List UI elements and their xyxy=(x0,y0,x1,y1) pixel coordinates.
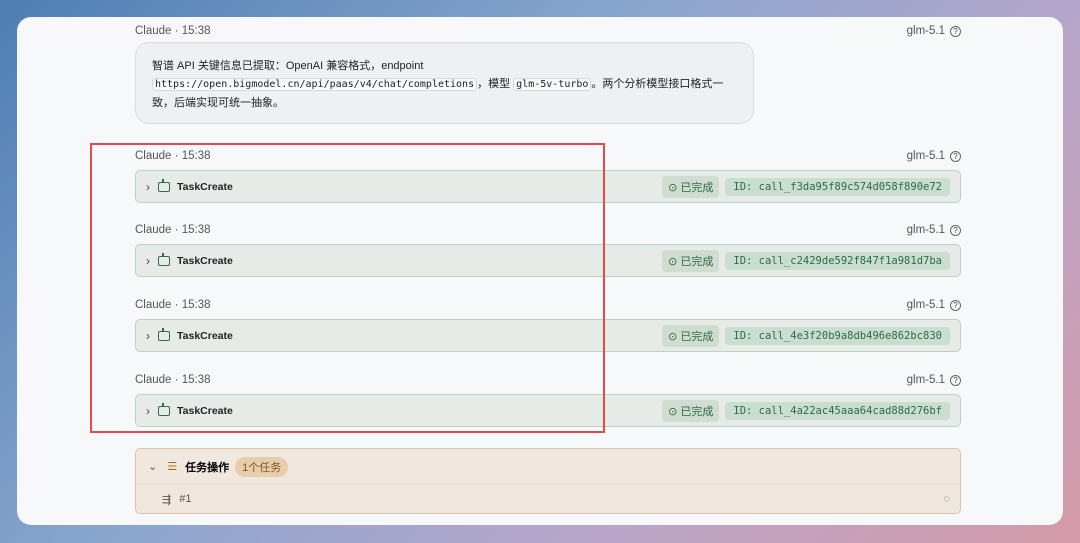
help-icon[interactable]: ? xyxy=(950,374,961,386)
message-bubble: 智谱 API 关键信息已提取：OpenAI 兼容格式，endpoint http… xyxy=(135,42,754,124)
highlight-annotation xyxy=(90,143,605,433)
task-panel-title: 任务操作 xyxy=(185,461,230,474)
loading-spinner-icon: ◌ xyxy=(943,493,950,505)
timestamp: 15:38 xyxy=(181,25,211,37)
task-panel: ⌄ ☰ 任务操作 1个任务 ⇶ #1 ◌ xyxy=(135,448,961,514)
endpoint-code: https://open.bigmodel.cn/api/paas/v4/cha… xyxy=(152,78,478,91)
help-icon[interactable]: ? xyxy=(950,150,961,162)
model-label: glm-5.1 xyxy=(906,299,945,311)
check-circle-icon: ⊙ xyxy=(668,330,678,343)
check-circle-icon: ⊙ xyxy=(668,181,678,194)
separator: · xyxy=(174,25,179,37)
check-circle-icon: ⊙ xyxy=(668,255,678,268)
status-badge: ⊙ 已完成 xyxy=(662,324,720,347)
task-item[interactable]: ⇶ #1 ◌ xyxy=(136,485,960,513)
help-icon[interactable]: ? xyxy=(950,299,961,311)
chevron-down-icon[interactable]: ⌄ xyxy=(148,460,157,473)
status-text: 已完成 xyxy=(680,181,714,194)
model-label: glm-5.1 xyxy=(906,150,945,162)
task-panel-header[interactable]: ⌄ ☰ 任务操作 1个任务 xyxy=(136,449,960,485)
checklist-icon: ☰ xyxy=(167,461,178,473)
call-id-badge: ID: call_f3da95f89c574d058f890e72 xyxy=(725,177,950,196)
help-icon[interactable]: ? xyxy=(950,224,961,236)
model-code: glm-5v-turbo xyxy=(513,78,592,91)
help-icon[interactable]: ? xyxy=(950,25,961,37)
task-label: #1 xyxy=(179,493,192,505)
model-label: glm-5.1 xyxy=(906,374,945,386)
status-text: 已完成 xyxy=(680,405,714,418)
call-id-badge: ID: call_4e3f20b9a8db496e862bc830 xyxy=(725,326,950,345)
text: ，模型 xyxy=(477,78,514,90)
model-label: glm-5.1 xyxy=(906,224,945,236)
message-header: Claude · 15:38 glm-5.1? xyxy=(135,25,961,37)
status-text: 已完成 xyxy=(680,255,714,268)
status-badge: ⊙ 已完成 xyxy=(662,175,720,198)
status-badge: ⊙ 已完成 xyxy=(662,249,720,272)
author: Claude xyxy=(135,25,172,37)
check-circle-icon: ⊙ xyxy=(668,405,678,418)
status-text: 已完成 xyxy=(680,330,714,343)
task-count-badge: 1个任务 xyxy=(235,456,289,477)
status-badge: ⊙ 已完成 xyxy=(662,399,720,422)
call-id-badge: ID: call_c2429de592f847f1a981d7ba xyxy=(725,251,950,270)
call-id-badge: ID: call_4a22ac45aaa64cad88d276bf xyxy=(725,401,950,420)
model-label: glm-5.1 xyxy=(906,25,945,37)
text: 智谱 API 关键信息已提取：OpenAI 兼容格式，endpoint xyxy=(152,60,424,72)
list-icon: ⇶ xyxy=(162,493,172,506)
